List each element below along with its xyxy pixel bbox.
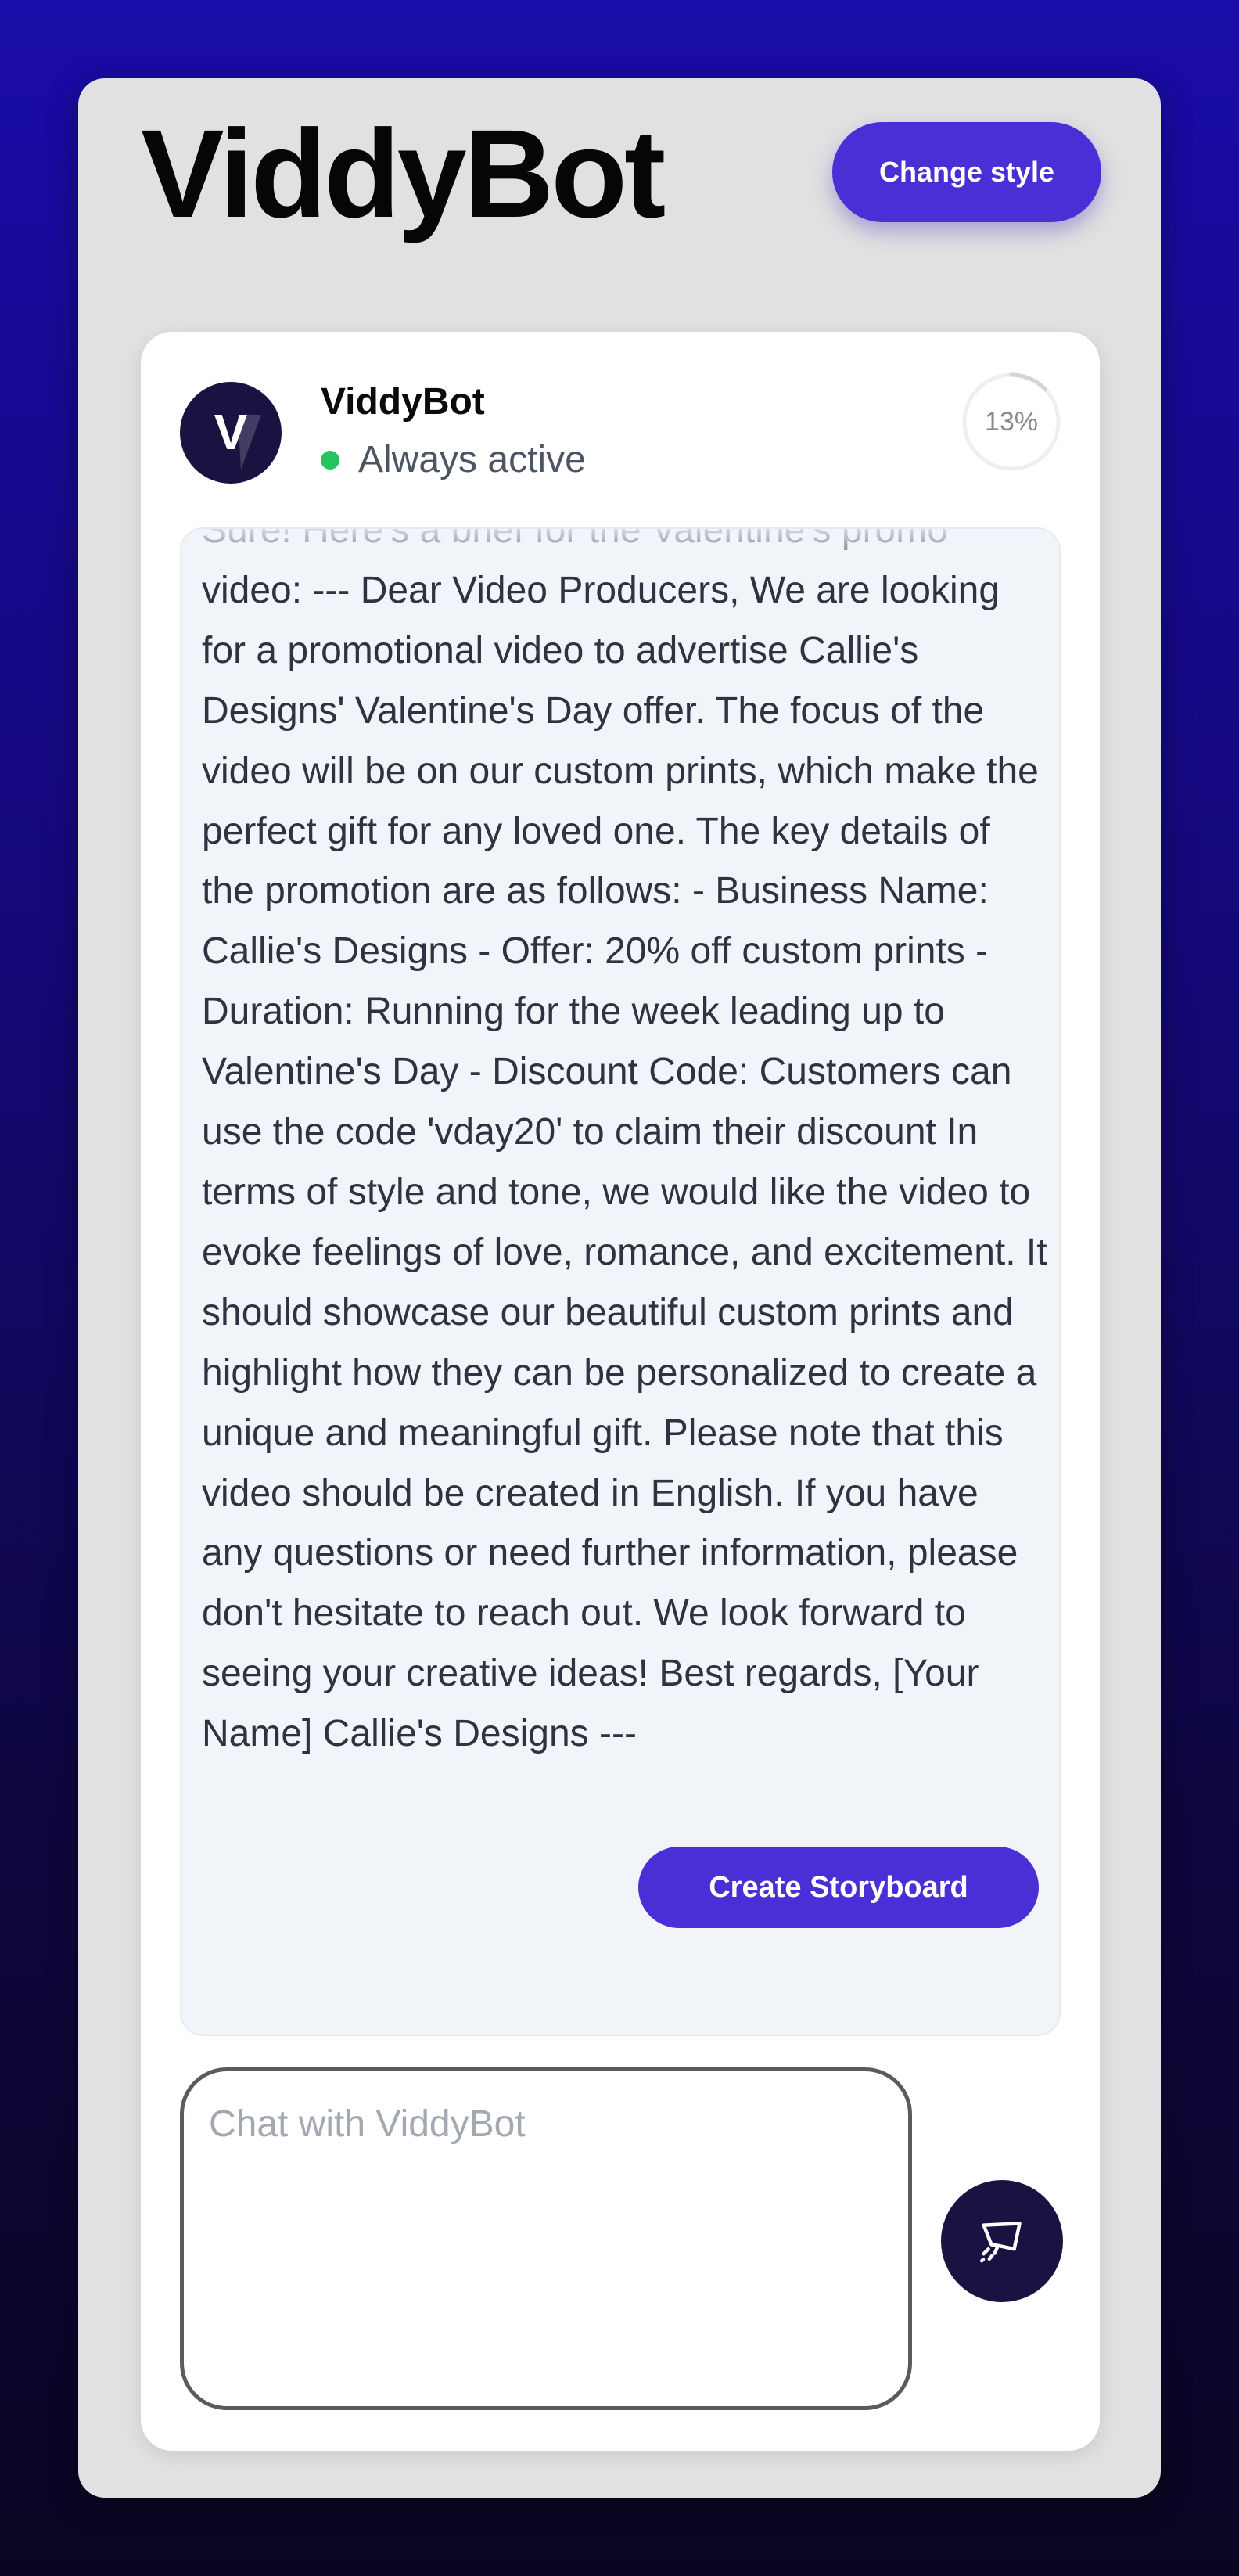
app-panel: ViddyBot Change style V ViddyBot Always … (78, 78, 1161, 2498)
bot-name: ViddyBot (321, 381, 485, 423)
status-text: Always active (358, 439, 586, 480)
app-title: ViddyBot (141, 103, 666, 243)
progress-ring-icon: 13% (961, 371, 1062, 473)
chat-card: V ViddyBot Always active 13% Sure! Here'… (141, 332, 1100, 2451)
progress-label: 13% (984, 406, 1039, 437)
chat-input[interactable] (180, 2067, 912, 2410)
avatar-letter: V (214, 404, 248, 460)
status-dot-icon (321, 450, 339, 470)
message-text: Sure! Here's a brief for the Valentine's… (202, 529, 1047, 1755)
avatar: V (180, 382, 282, 484)
message-top-fade (181, 529, 1059, 565)
message-bubble: Sure! Here's a brief for the Valentine's… (180, 527, 1061, 2036)
send-chat-icon (979, 2222, 1022, 2263)
create-storyboard-button[interactable]: Create Storyboard (638, 1847, 1039, 1928)
status-row: Always active (321, 438, 586, 481)
send-button[interactable] (941, 2180, 1063, 2302)
change-style-button[interactable]: Change style (832, 122, 1101, 222)
avatar-logo-icon: V (214, 404, 261, 470)
